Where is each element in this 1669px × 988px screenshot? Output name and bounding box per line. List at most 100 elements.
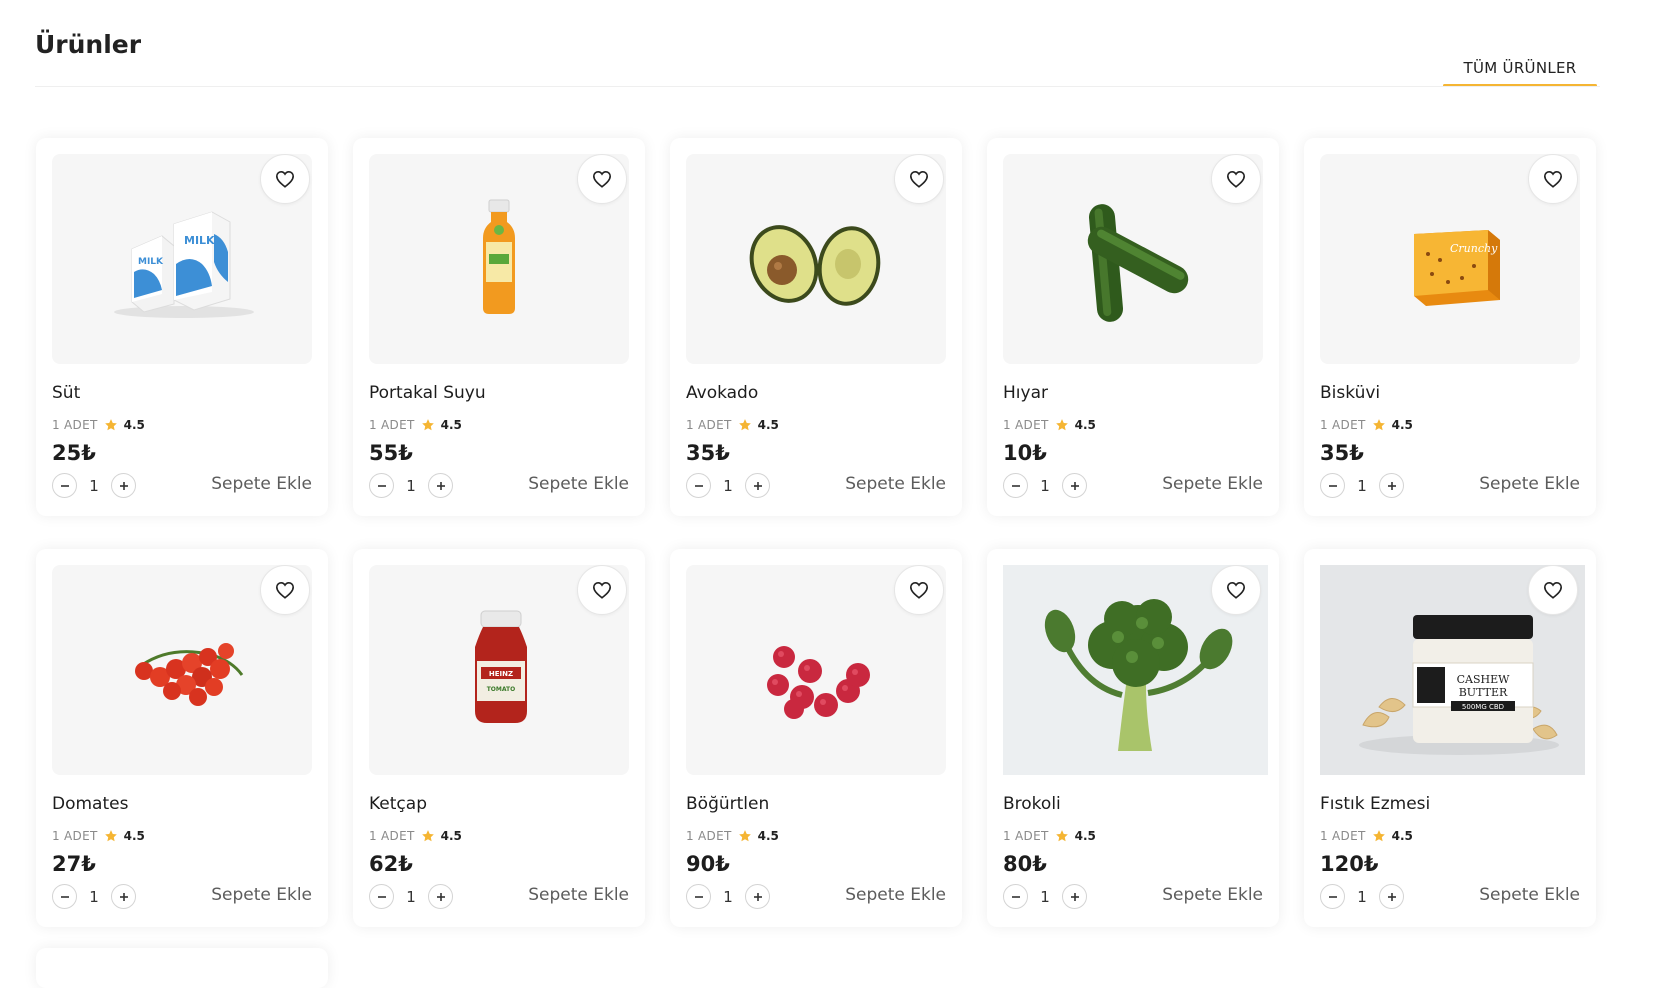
favorite-button[interactable] xyxy=(260,154,310,204)
product-card[interactable]: CASHEW BUTTER 500MG CBD Fıstık Ezmesi 1 … xyxy=(1304,549,1596,927)
increase-quantity-button[interactable] xyxy=(1379,884,1404,909)
product-card[interactable]: Hıyar 1 ADET 4.5 10₺ 1 Sepete Ekle xyxy=(987,138,1279,516)
product-name: Böğürtlen xyxy=(686,794,770,814)
add-to-cart-button[interactable]: Sepete Ekle xyxy=(1162,474,1263,494)
product-name: Süt xyxy=(52,383,81,403)
product-name: Brokoli xyxy=(1003,794,1061,814)
favorite-button[interactable] xyxy=(894,565,944,615)
product-card[interactable]: Avokado 1 ADET 4.5 35₺ 1 Sepete Ekle xyxy=(670,138,962,516)
product-card[interactable]: Portakal Suyu 1 ADET 4.5 55₺ 1 Sepete Ek… xyxy=(353,138,645,516)
increase-quantity-button[interactable] xyxy=(428,473,453,498)
increase-quantity-button[interactable] xyxy=(111,884,136,909)
page-title: Ürünler xyxy=(35,30,142,59)
product-name: Portakal Suyu xyxy=(369,383,486,403)
increase-quantity-button[interactable] xyxy=(1062,884,1087,909)
favorite-button[interactable] xyxy=(260,565,310,615)
quantity-stepper: 1 xyxy=(686,884,770,909)
product-meta: 1 ADET 4.5 xyxy=(369,829,462,843)
heart-icon xyxy=(1226,170,1246,188)
favorite-button[interactable] xyxy=(1528,565,1578,615)
product-price: 10₺ xyxy=(1003,441,1047,465)
decrease-quantity-button[interactable] xyxy=(52,884,77,909)
decrease-quantity-button[interactable] xyxy=(369,473,394,498)
add-to-cart-button[interactable]: Sepete Ekle xyxy=(1479,885,1580,905)
product-unit: 1 ADET xyxy=(52,829,98,843)
svg-text:500MG CBD: 500MG CBD xyxy=(1461,703,1503,711)
favorite-button[interactable] xyxy=(1528,154,1578,204)
product-meta: 1 ADET 4.5 xyxy=(686,829,779,843)
product-unit: 1 ADET xyxy=(1003,418,1049,432)
product-name: Domates xyxy=(52,794,129,814)
add-to-cart-button[interactable]: Sepete Ekle xyxy=(845,474,946,494)
minus-icon xyxy=(694,895,703,898)
decrease-quantity-button[interactable] xyxy=(686,884,711,909)
plus-icon xyxy=(119,481,128,490)
favorite-button[interactable] xyxy=(577,565,627,615)
decrease-quantity-button[interactable] xyxy=(1003,884,1028,909)
add-to-cart-button[interactable]: Sepete Ekle xyxy=(211,885,312,905)
add-to-cart-button[interactable]: Sepete Ekle xyxy=(1479,474,1580,494)
add-to-cart-button[interactable]: Sepete Ekle xyxy=(528,885,629,905)
add-to-cart-button[interactable]: Sepete Ekle xyxy=(845,885,946,905)
favorite-button[interactable] xyxy=(1211,154,1261,204)
increase-quantity-button[interactable] xyxy=(745,473,770,498)
star-icon xyxy=(421,830,434,842)
star-icon xyxy=(104,419,117,431)
decrease-quantity-button[interactable] xyxy=(1003,473,1028,498)
product-rating: 4.5 xyxy=(1074,418,1096,432)
quantity-stepper: 1 xyxy=(1320,473,1404,498)
product-rating: 4.5 xyxy=(757,418,779,432)
product-unit: 1 ADET xyxy=(1003,829,1049,843)
add-to-cart-button[interactable]: Sepete Ekle xyxy=(528,474,629,494)
decrease-quantity-button[interactable] xyxy=(369,884,394,909)
favorite-button[interactable] xyxy=(577,154,627,204)
svg-text:HEINZ: HEINZ xyxy=(489,670,513,678)
quantity-value: 1 xyxy=(406,887,416,906)
product-card[interactable]: Crunchy Bisküvi 1 ADET 4.5 35₺ 1 Sepete … xyxy=(1304,138,1596,516)
heart-icon xyxy=(592,581,612,599)
plus-icon xyxy=(753,892,762,901)
product-unit: 1 ADET xyxy=(686,418,732,432)
product-name: Bisküvi xyxy=(1320,383,1381,403)
product-card[interactable]: HEINZ TOMATO Ketçap 1 ADET 4.5 62₺ 1 Sep… xyxy=(353,549,645,927)
decrease-quantity-button[interactable] xyxy=(1320,473,1345,498)
tab-all-products[interactable]: TÜM ÜRÜNLER xyxy=(1443,50,1597,86)
star-icon xyxy=(738,830,751,842)
product-card[interactable]: MILK MILK Süt 1 ADET 4.5 25₺ 1 Sepete Ek… xyxy=(36,138,328,516)
decrease-quantity-button[interactable] xyxy=(1320,884,1345,909)
increase-quantity-button[interactable] xyxy=(745,884,770,909)
product-rating: 4.5 xyxy=(440,829,462,843)
heart-icon xyxy=(909,581,929,599)
star-icon xyxy=(738,419,751,431)
minus-icon xyxy=(694,484,703,487)
product-price: 27₺ xyxy=(52,852,96,876)
product-price: 35₺ xyxy=(1320,441,1364,465)
product-name: Fıstık Ezmesi xyxy=(1320,794,1431,814)
quantity-value: 1 xyxy=(406,476,416,495)
favorite-button[interactable] xyxy=(894,154,944,204)
increase-quantity-button[interactable] xyxy=(428,884,453,909)
product-card[interactable]: Domates 1 ADET 4.5 27₺ 1 Sepete Ekle xyxy=(36,549,328,927)
add-to-cart-button[interactable]: Sepete Ekle xyxy=(211,474,312,494)
increase-quantity-button[interactable] xyxy=(111,473,136,498)
add-to-cart-button[interactable]: Sepete Ekle xyxy=(1162,885,1263,905)
favorite-button[interactable] xyxy=(1211,565,1261,615)
plus-icon xyxy=(436,892,445,901)
minus-icon xyxy=(377,484,386,487)
product-meta: 1 ADET 4.5 xyxy=(1003,829,1096,843)
product-rating: 4.5 xyxy=(1391,418,1413,432)
product-meta: 1 ADET 4.5 xyxy=(1003,418,1096,432)
product-rating: 4.5 xyxy=(1074,829,1096,843)
increase-quantity-button[interactable] xyxy=(1062,473,1087,498)
product-card[interactable]: Brokoli 1 ADET 4.5 80₺ 1 Sepete Ekle xyxy=(987,549,1279,927)
decrease-quantity-button[interactable] xyxy=(686,473,711,498)
header-divider xyxy=(35,86,1600,87)
decrease-quantity-button[interactable] xyxy=(52,473,77,498)
quantity-value: 1 xyxy=(723,887,733,906)
product-unit: 1 ADET xyxy=(52,418,98,432)
star-icon xyxy=(1372,419,1385,431)
plus-icon xyxy=(119,892,128,901)
increase-quantity-button[interactable] xyxy=(1379,473,1404,498)
minus-icon xyxy=(60,895,69,898)
product-card[interactable]: Böğürtlen 1 ADET 4.5 90₺ 1 Sepete Ekle xyxy=(670,549,962,927)
